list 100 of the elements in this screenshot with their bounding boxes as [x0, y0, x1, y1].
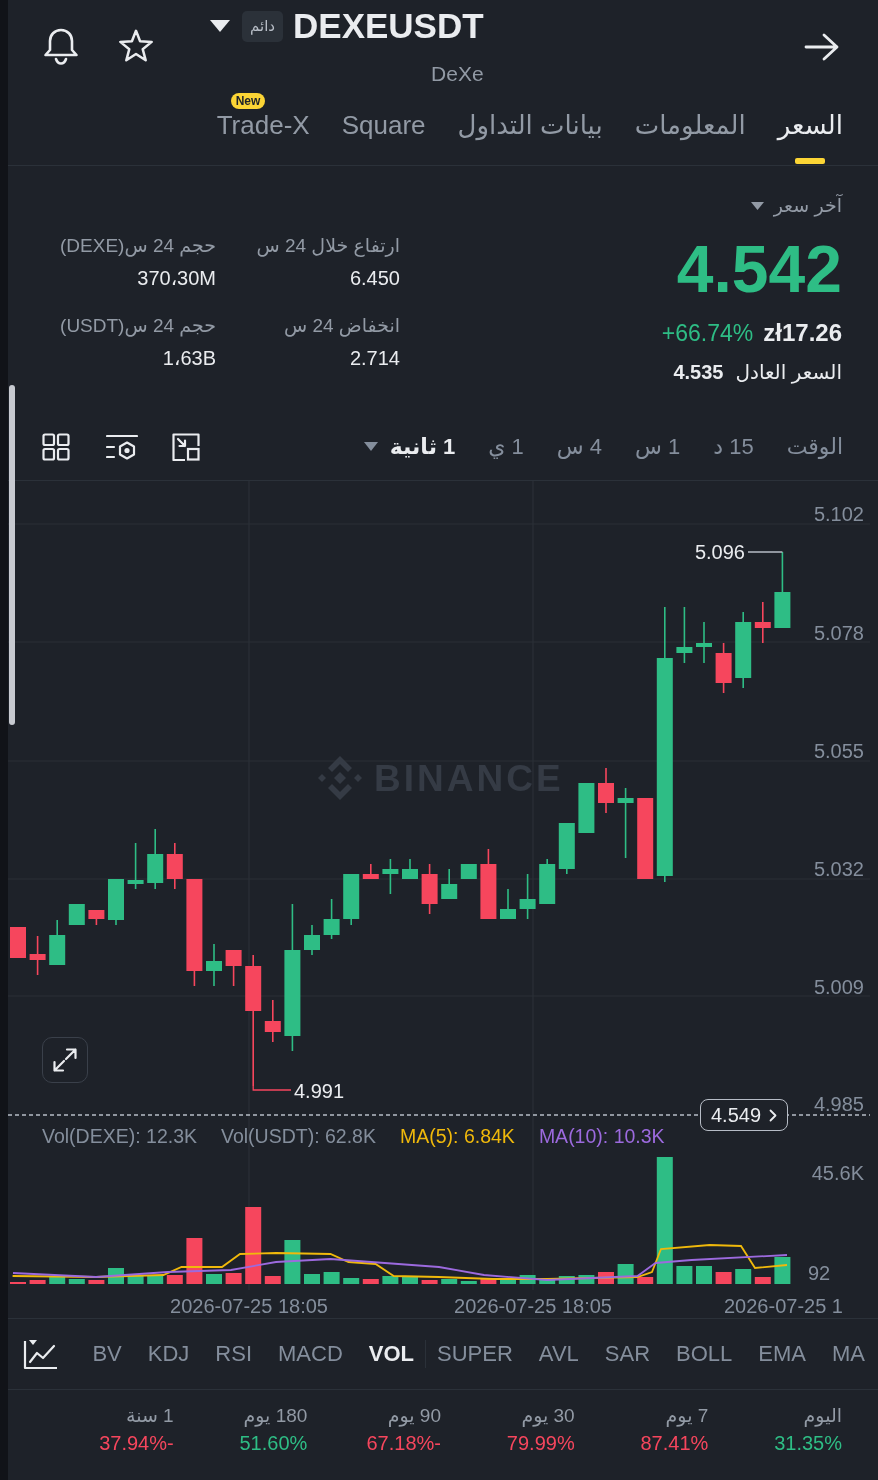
time-axis-label: 2026-07-25 1 [724, 1295, 843, 1317]
chevron-right-icon [769, 1108, 778, 1122]
volume-bar [715, 1272, 732, 1284]
volume-bar [421, 1280, 438, 1284]
tab[interactable]: المعلومات [634, 110, 746, 164]
legend-text: MA(10): 10.3K [538, 1126, 665, 1146]
indicator-tab[interactable]: BOLL [676, 1340, 733, 1368]
legend-text: Vol(DEXE): 12.3K [42, 1126, 197, 1146]
scrollbar-thumb[interactable] [9, 385, 15, 725]
timeframe-tab[interactable]: 1 ثانية [363, 432, 456, 461]
caret-icon[interactable] [210, 20, 230, 32]
timeframe-tab[interactable]: 15 د [713, 432, 754, 461]
indicator-tab[interactable]: BV [92, 1340, 122, 1368]
indicator-tab[interactable]: SUPER [437, 1340, 513, 1368]
legend-text: MA(5): 6.84K [400, 1126, 515, 1146]
volume-bar [382, 1276, 399, 1284]
pair-title: DEXEUSDT [293, 6, 484, 46]
star-icon[interactable] [117, 29, 155, 64]
candle [108, 878, 124, 926]
volume-bar [539, 1278, 556, 1284]
change-value: 87.41% [640, 1431, 709, 1456]
candle [441, 868, 458, 900]
price-axis-label: 5.032 [813, 858, 864, 880]
candle [147, 828, 164, 890]
volume-bar [774, 1257, 791, 1284]
volume-bar [147, 1275, 164, 1284]
volume-bar [68, 1279, 85, 1284]
period-label: 7 يوم [665, 1404, 709, 1428]
box-arrow-icon[interactable] [172, 432, 200, 461]
indicator-tab[interactable]: MA [832, 1340, 865, 1368]
indicator-tab[interactable]: MACD [278, 1340, 343, 1368]
volume-bar [186, 1238, 203, 1284]
tab[interactable]: Square [341, 110, 426, 164]
timeframe-tab[interactable]: 4 س [556, 432, 603, 461]
settings-icon[interactable] [106, 432, 138, 461]
new-badge: New [230, 93, 266, 109]
bell-icon[interactable] [42, 26, 80, 66]
volume-bar [480, 1279, 497, 1284]
expand-button[interactable] [42, 1037, 88, 1083]
price-change: +66.74% [661, 319, 754, 347]
leader-line [747, 551, 784, 553]
indicator-tab[interactable]: SAR [604, 1340, 651, 1368]
legend-text: Vol(USDT): 62.8K [221, 1126, 376, 1146]
price-axis-label: 5.078 [813, 622, 864, 644]
caret-icon[interactable] [750, 202, 764, 210]
candle [206, 943, 222, 987]
candle [715, 642, 732, 694]
volume-bar [754, 1277, 771, 1284]
candle [500, 888, 516, 920]
period-label: اليوم [803, 1404, 842, 1428]
volume-axis-label: 45.6K [811, 1162, 864, 1184]
candle [29, 935, 46, 976]
volume-bar [519, 1275, 536, 1284]
stat-value: 6.450 [349, 266, 400, 290]
pair-subtitle: DeXe [431, 61, 484, 87]
timeframe-tab[interactable]: 1 س [635, 432, 681, 461]
candle [68, 903, 85, 926]
grid-icon[interactable] [42, 432, 70, 461]
candle [402, 858, 418, 880]
stat-value: 2.714 [349, 346, 400, 370]
arrow-right-icon[interactable] [804, 32, 840, 62]
volume-bar [225, 1273, 242, 1284]
timeframe-tab[interactable]: الوقت [786, 432, 843, 461]
volume-bar [127, 1275, 144, 1284]
candle [421, 863, 438, 915]
change-value: 79.99% [506, 1431, 575, 1456]
indicator-tab[interactable]: VOL [368, 1340, 415, 1368]
leader-line [252, 1085, 292, 1091]
volume-bar [206, 1274, 222, 1284]
indicator-tab[interactable]: AVL [538, 1340, 579, 1368]
fair-price: 4.535 [673, 360, 724, 385]
low-price-label: 4.991 [294, 1080, 345, 1102]
candle [88, 909, 105, 926]
volume-bar [264, 1276, 281, 1284]
fair-price-label: السعر العادل [735, 360, 842, 385]
volume-bar [696, 1266, 712, 1284]
tab[interactable]: بيانات التداول [457, 110, 603, 164]
change-value: 51.60% [239, 1431, 308, 1456]
volume-bar [343, 1278, 360, 1284]
last-price-tag[interactable]: 4.549 [700, 1099, 789, 1131]
tab[interactable]: Trade-X [216, 110, 310, 164]
volume-bar [617, 1264, 634, 1284]
fiat-price: zł17.26 [763, 319, 842, 347]
expand-icon [52, 1047, 78, 1073]
candle [304, 924, 320, 956]
candle [460, 863, 477, 880]
timeframe-tab[interactable]: 1 ي [488, 432, 524, 461]
indicator-tab[interactable]: RSI [215, 1340, 253, 1368]
indicator-tab[interactable]: EMA [758, 1340, 806, 1368]
stat-label: حجم 24 س(DEXE) [60, 234, 216, 258]
candle [754, 601, 771, 644]
volume-bar [637, 1277, 654, 1284]
tab[interactable]: السعر [777, 110, 843, 164]
price-axis-label: 4.985 [813, 1093, 864, 1115]
line-chart-icon[interactable] [23, 1338, 59, 1370]
indicator-tab[interactable]: KDJ [147, 1340, 190, 1368]
candle [617, 787, 634, 859]
price-label: آخر سعر [773, 194, 842, 218]
diamond-logo-icon [318, 756, 362, 800]
candle [49, 919, 66, 966]
